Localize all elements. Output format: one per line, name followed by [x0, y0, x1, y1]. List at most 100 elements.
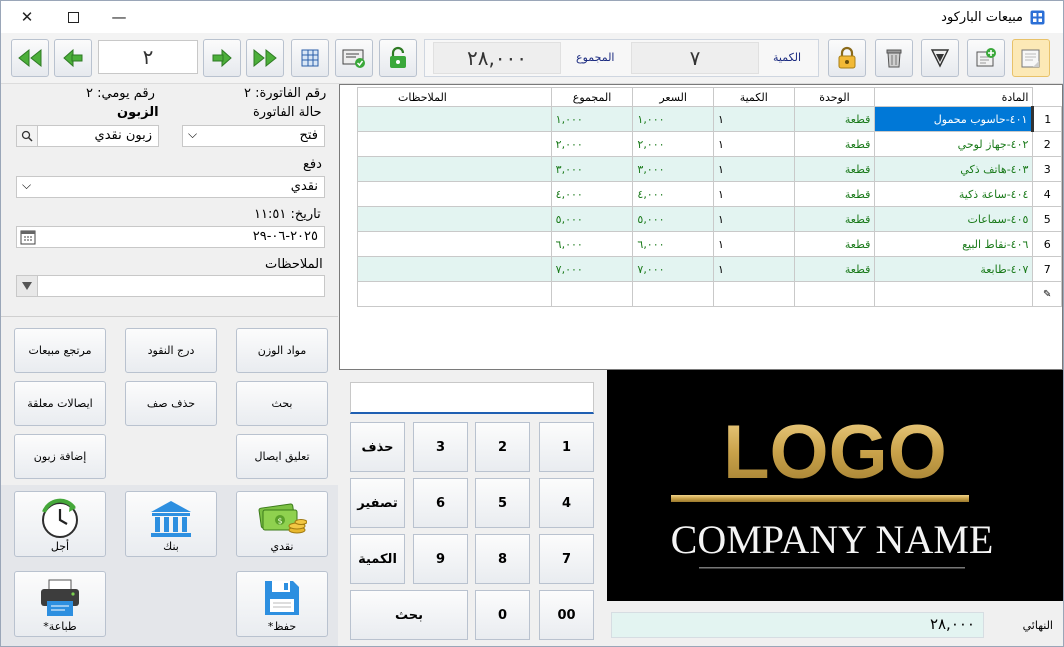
payment-select[interactable]: نقدي ⌵	[16, 176, 325, 198]
cell-quantity[interactable]: ١	[712, 231, 795, 257]
cell-item[interactable]: ٤٠٣-هاتف ذكي	[874, 156, 1034, 182]
cash-payment-button[interactable]: $ نقدي	[236, 491, 328, 557]
minimize-button[interactable]: —	[101, 5, 137, 29]
customer-field[interactable]: زبون نقدي	[16, 125, 159, 147]
key-7[interactable]: 7	[539, 534, 594, 584]
row-header[interactable]: 7	[1032, 256, 1062, 282]
new-row-cell[interactable]	[874, 281, 1034, 307]
table-row[interactable]: 7 ٤٠٧-طابعة قطعة ١ ٧,٠٠٠ ٧,٠٠٠	[357, 256, 1062, 282]
cell-item[interactable]: ٤٠١-حاسوب محمول	[874, 106, 1034, 132]
cell-notes[interactable]	[357, 106, 552, 132]
approve-invoice-button[interactable]	[335, 39, 373, 77]
table-row[interactable]: 1 ٤٠١-حاسوب محمول قطعة ١ ١,٠٠٠ ١,٠٠٠	[357, 106, 1062, 132]
cash-drawer-button[interactable]: درج النقود	[125, 328, 217, 373]
cell-total[interactable]: ٥,٠٠٠	[550, 206, 634, 232]
search-button[interactable]: بحث	[236, 381, 328, 426]
header-quantity[interactable]: الكمية	[712, 87, 795, 107]
key-quantity[interactable]: الكمية	[350, 534, 405, 584]
close-button[interactable]: ✕	[9, 5, 45, 29]
row-header[interactable]: 1	[1031, 106, 1062, 132]
header-item[interactable]: المادة	[874, 87, 1034, 107]
header-total[interactable]: المجموع	[550, 87, 634, 107]
row-header[interactable]: 6	[1032, 231, 1062, 257]
cell-price[interactable]: ٧,٠٠٠	[632, 256, 714, 282]
cell-total[interactable]: ٤,٠٠٠	[550, 181, 634, 207]
table-view-button[interactable]	[291, 39, 329, 77]
key-search[interactable]: بحث	[350, 590, 468, 640]
cell-price[interactable]: ٣,٠٠٠	[632, 156, 714, 182]
cell-unit[interactable]: قطعة	[793, 256, 876, 282]
invoice-status-select[interactable]: فتح ⌵	[182, 125, 325, 147]
cell-price[interactable]: ١,٠٠٠	[632, 106, 714, 132]
cell-total[interactable]: ١,٠٠٠	[550, 106, 634, 132]
key-5[interactable]: 5	[475, 478, 530, 528]
row-header[interactable]: 5	[1032, 206, 1062, 232]
edit-invoice-button[interactable]	[921, 39, 959, 77]
cell-notes[interactable]	[357, 206, 552, 232]
new-row-cell[interactable]	[550, 281, 634, 307]
save-button[interactable]: حفظ*	[236, 571, 328, 637]
cell-item[interactable]: ٤٠٢-جهاز لوحي	[874, 131, 1034, 157]
cell-item[interactable]: ٤٠٤-ساعة ذكية	[874, 181, 1034, 207]
pending-receipts-button[interactable]: ايصالات معلقة	[14, 381, 106, 426]
maximize-button[interactable]	[55, 5, 91, 29]
header-notes[interactable]: الملاحظات	[357, 87, 552, 107]
key-reset[interactable]: تصفير	[350, 478, 405, 528]
cell-unit[interactable]: قطعة	[793, 106, 876, 132]
sales-return-button[interactable]: مرتجع مبيعات	[14, 328, 106, 373]
key-3[interactable]: 3	[413, 422, 468, 472]
header-price[interactable]: السعر	[632, 87, 714, 107]
last-record-button[interactable]	[246, 39, 284, 77]
date-field[interactable]: ٢٠٢٥-٠٦-٢٩	[16, 226, 325, 248]
first-record-button[interactable]	[11, 39, 49, 77]
notes-dropdown-button[interactable]	[17, 276, 38, 296]
cell-notes[interactable]	[357, 131, 552, 157]
key-delete[interactable]: حذف	[350, 422, 405, 472]
row-header[interactable]: 3	[1032, 156, 1062, 182]
cell-item[interactable]: ٤٠٥-سماعات	[874, 206, 1034, 232]
header-unit[interactable]: الوحدة	[793, 87, 876, 107]
key-00[interactable]: 00	[539, 590, 594, 640]
table-row[interactable]: 2 ٤٠٢-جهاز لوحي قطعة ١ ٢,٠٠٠ ٢,٠٠٠	[357, 131, 1062, 157]
add-customer-button[interactable]: إضافة زبون	[14, 434, 106, 479]
add-item-button[interactable]	[967, 39, 1005, 77]
key-8[interactable]: 8	[475, 534, 530, 584]
new-row[interactable]: ✎	[357, 281, 1062, 307]
cell-notes[interactable]	[357, 156, 552, 182]
cell-item[interactable]: ٤٠٦-نقاط البيع	[874, 231, 1034, 257]
items-grid[interactable]: المادة الوحدة الكمية السعر المجموع الملا…	[339, 84, 1063, 370]
calendar-icon[interactable]	[20, 229, 36, 245]
notes-field[interactable]	[16, 275, 325, 297]
cell-price[interactable]: ٢,٠٠٠	[632, 131, 714, 157]
new-row-cell[interactable]	[712, 281, 795, 307]
cell-price[interactable]: ٥,٠٠٠	[632, 206, 714, 232]
cell-unit[interactable]: قطعة	[793, 131, 876, 157]
cell-item[interactable]: ٤٠٧-طابعة	[874, 256, 1034, 282]
cell-notes[interactable]	[357, 256, 552, 282]
new-row-cell[interactable]	[793, 281, 876, 307]
cell-quantity[interactable]: ١	[712, 256, 795, 282]
unlock-button[interactable]	[379, 39, 417, 77]
print-button[interactable]: طباعة*	[14, 571, 106, 637]
delete-invoice-button[interactable]	[875, 39, 913, 77]
invoice-number-field[interactable]: ٢	[98, 40, 198, 74]
key-0[interactable]: 0	[475, 590, 530, 640]
cell-total[interactable]: ٣,٠٠٠	[550, 156, 634, 182]
new-row-cell[interactable]	[357, 281, 552, 307]
cell-unit[interactable]: قطعة	[793, 206, 876, 232]
customer-search-button[interactable]	[17, 126, 38, 146]
row-header[interactable]: 2	[1032, 131, 1062, 157]
cell-price[interactable]: ٦,٠٠٠	[632, 231, 714, 257]
key-1[interactable]: 1	[539, 422, 594, 472]
table-row[interactable]: 5 ٤٠٥-سماعات قطعة ١ ٥,٠٠٠ ٥,٠٠٠	[357, 206, 1062, 232]
cell-unit[interactable]: قطعة	[793, 231, 876, 257]
keypad-display[interactable]	[350, 382, 594, 414]
key-9[interactable]: 9	[413, 534, 468, 584]
new-row-cell[interactable]	[632, 281, 714, 307]
next-record-button[interactable]	[203, 39, 241, 77]
cell-unit[interactable]: قطعة	[793, 156, 876, 182]
deferred-payment-button[interactable]: أجل	[14, 491, 106, 557]
cell-quantity[interactable]: ١	[712, 106, 795, 132]
weight-items-button[interactable]: مواد الوزن	[236, 328, 328, 373]
previous-record-button[interactable]	[54, 39, 92, 77]
